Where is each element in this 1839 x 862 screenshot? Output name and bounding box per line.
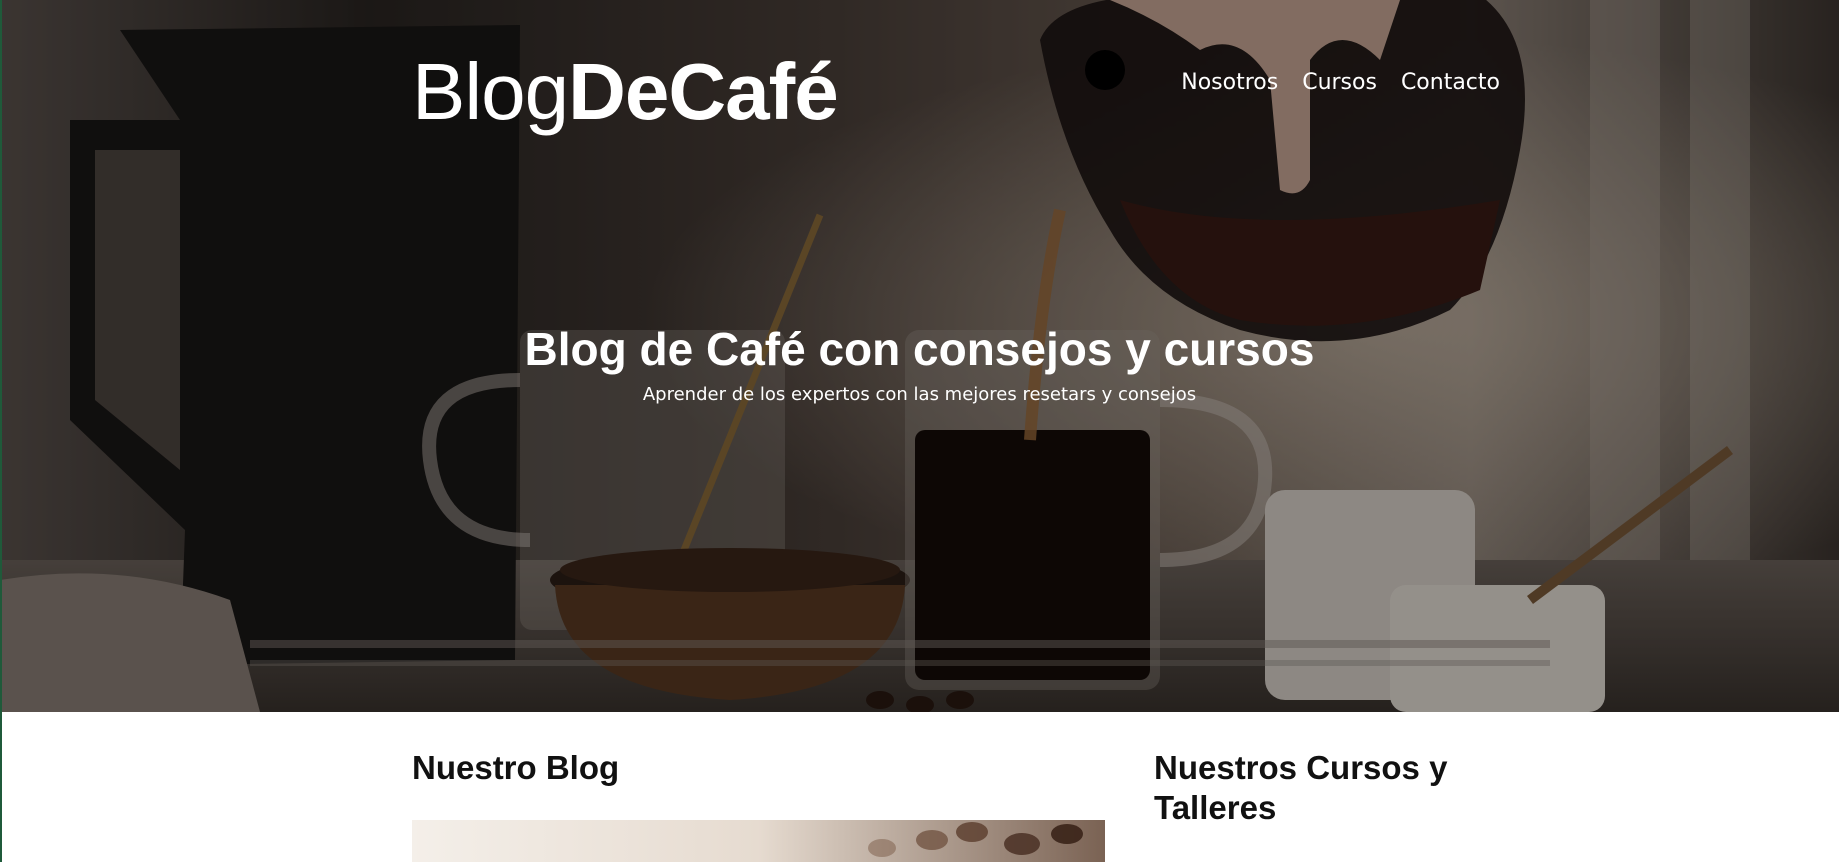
hero-section: Blog DeCafé Nosotros Cursos Contacto Blog… xyxy=(0,0,1839,712)
nav-link-contacto[interactable]: Contacto xyxy=(1401,70,1500,95)
page-left-border xyxy=(0,0,2,862)
hero-subtitle: Aprender de los expertos con las mejores… xyxy=(642,384,1197,405)
hero-title: Blog de Café con consejos y cursos xyxy=(524,323,1315,375)
blog-coffee-beans-image xyxy=(412,820,1105,862)
logo-bold-text: DeCafé xyxy=(568,47,839,136)
courses-section-title: Nuestros Cursos y Talleres xyxy=(1154,749,1448,826)
nav-link-nosotros[interactable]: Nosotros xyxy=(1181,70,1278,95)
main-nav: Nosotros Cursos Contacto xyxy=(1181,70,1500,95)
site-logo[interactable]: Blog DeCafé xyxy=(412,42,839,142)
logo-light-text: Blog xyxy=(412,47,569,136)
nav-link-cursos[interactable]: Cursos xyxy=(1302,70,1377,95)
blog-section-title: Nuestro Blog xyxy=(412,749,620,786)
blog-post-image[interactable] xyxy=(412,820,1105,862)
